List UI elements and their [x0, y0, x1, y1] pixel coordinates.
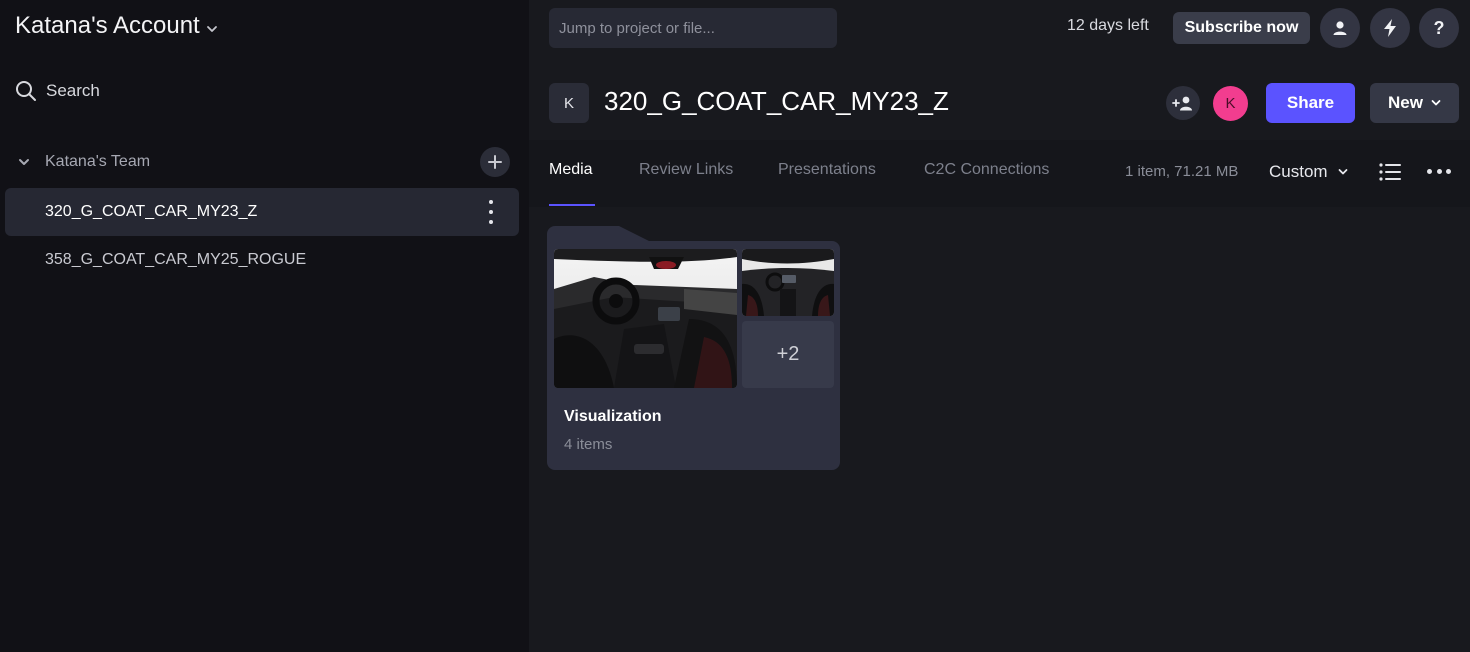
user-icon — [1333, 21, 1347, 35]
sidebar-item-project[interactable]: 320_G_COAT_CAR_MY23_Z — [5, 188, 519, 236]
chevron-down-icon — [1338, 169, 1347, 175]
sidebar-search[interactable]: Search — [15, 80, 100, 102]
profile-button[interactable] — [1320, 8, 1360, 48]
list-view-icon[interactable] — [1379, 162, 1401, 182]
item-count: 1 item, 71.21 MB — [1125, 163, 1239, 180]
more-horizontal-icon[interactable] — [1427, 169, 1451, 175]
tab-presentations[interactable]: Presentations — [778, 161, 876, 179]
team-name: Katana's Team — [45, 153, 151, 170]
tab-review-links[interactable]: Review Links — [639, 161, 733, 179]
new-button[interactable]: New — [1370, 83, 1459, 123]
share-button[interactable]: Share — [1266, 83, 1355, 123]
plus-icon — [488, 155, 502, 169]
active-tab-indicator — [549, 204, 595, 206]
chevron-down-icon — [206, 26, 217, 32]
tab-media[interactable]: Media — [549, 161, 593, 179]
account-name: Katana's Account — [15, 12, 200, 39]
sidebar-item-project[interactable]: 358_G_COAT_CAR_MY25_ROGUE — [5, 236, 519, 284]
team-section-header[interactable]: Katana's Team — [15, 147, 510, 177]
chevron-down-icon[interactable] — [17, 155, 31, 169]
lightning-icon — [1384, 19, 1396, 37]
folder-item-count: 4 items — [564, 436, 613, 453]
invite-member-button[interactable] — [1166, 86, 1200, 120]
page-title: 320_G_COAT_CAR_MY23_Z — [604, 86, 949, 116]
help-button[interactable]: ? — [1419, 8, 1459, 48]
help-icon: ? — [1433, 17, 1445, 38]
new-button-label: New — [1388, 93, 1423, 112]
search-label: Search — [46, 81, 100, 100]
folder-thumbnail-main — [554, 249, 737, 388]
folder-card[interactable]: +2 Visualization 4 items — [547, 226, 840, 470]
add-project-button[interactable] — [480, 147, 510, 177]
folder-name: Visualization — [564, 408, 662, 425]
sort-label: Custom — [1269, 162, 1328, 181]
subscribe-button[interactable]: Subscribe now — [1173, 12, 1310, 44]
activity-button[interactable] — [1370, 8, 1410, 48]
sidebar-item-label: 320_G_COAT_CAR_MY23_Z — [45, 203, 258, 220]
sort-dropdown[interactable]: Custom — [1269, 162, 1348, 182]
tab-c2c-connections[interactable]: C2C Connections — [924, 161, 1049, 179]
chevron-down-icon — [1431, 100, 1441, 106]
search-icon — [16, 81, 36, 101]
more-vertical-icon[interactable] — [483, 200, 499, 224]
more-items-count: +2 — [742, 321, 834, 388]
jump-search-input[interactable] — [549, 8, 837, 48]
trial-days-left: 12 days left — [1067, 17, 1149, 34]
sidebar-item-label: 358_G_COAT_CAR_MY25_ROGUE — [45, 251, 307, 268]
tabs-bar: Media Review Links Presentations C2C Con… — [529, 140, 1470, 207]
add-user-icon — [1172, 96, 1192, 111]
folder-thumbnail-secondary — [742, 249, 834, 316]
account-switcher[interactable]: Katana's Account — [15, 12, 218, 40]
project-avatar: K — [549, 83, 589, 123]
avatar[interactable]: K — [1213, 86, 1248, 121]
sidebar: Katana's Account Search Katana's Team 32… — [0, 0, 529, 652]
